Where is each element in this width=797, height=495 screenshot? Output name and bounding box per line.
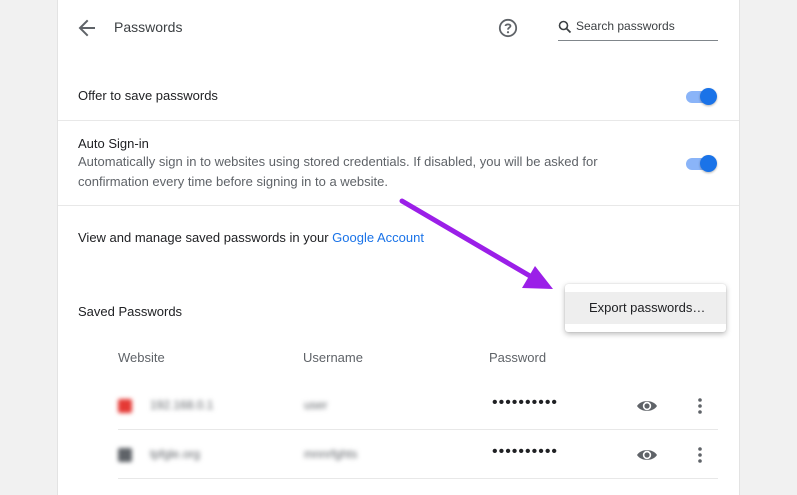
header: Passwords xyxy=(58,0,739,56)
more-actions-icon[interactable] xyxy=(694,395,706,417)
export-passwords-menu-item[interactable]: Export passwords… xyxy=(565,292,726,324)
row-username: mnnrfghts xyxy=(304,447,358,461)
auto-signin-row: Auto Sign-in Automatically sign in to we… xyxy=(58,121,739,205)
column-header-website: Website xyxy=(118,350,165,365)
toggle-knob xyxy=(700,88,717,105)
site-favicon-icon xyxy=(118,448,132,462)
row-username: user xyxy=(304,398,328,412)
show-password-eye-icon[interactable] xyxy=(636,445,658,465)
auto-signin-description: Automatically sign in to websites using … xyxy=(78,154,598,189)
site-favicon-icon xyxy=(118,399,132,413)
arrow-back-icon[interactable] xyxy=(78,16,96,40)
help-circle-icon[interactable] xyxy=(498,18,518,38)
manage-account-row: View and manage saved passwords in your … xyxy=(58,206,739,266)
passwords-settings-card: Passwords Offer to save passwords Auto S… xyxy=(58,0,739,495)
row-divider xyxy=(118,429,718,430)
search-input[interactable] xyxy=(576,17,716,35)
search-icon xyxy=(558,20,572,34)
saved-passwords-menu: Export passwords… xyxy=(565,284,726,332)
row-website: tpfgle.org xyxy=(150,447,201,461)
more-actions-icon[interactable] xyxy=(694,444,706,466)
google-account-link[interactable]: Google Account xyxy=(332,230,424,245)
row-password: •••••••••• xyxy=(492,394,559,411)
column-header-password: Password xyxy=(489,350,547,365)
column-header-username: Username xyxy=(303,350,363,365)
offer-to-save-row: Offer to save passwords xyxy=(58,56,739,120)
export-passwords-label: Export passwords… xyxy=(589,300,706,315)
offer-to-save-label: Offer to save passwords xyxy=(78,88,218,103)
password-row[interactable]: 192.168.0.1 user •••••••••• xyxy=(118,382,718,430)
manage-account-text: View and manage saved passwords in your … xyxy=(78,230,424,245)
search-box[interactable] xyxy=(558,13,718,41)
row-password: •••••••••• xyxy=(492,443,559,460)
auto-signin-toggle[interactable] xyxy=(686,153,719,173)
offer-to-save-toggle[interactable] xyxy=(686,86,719,106)
password-row[interactable]: tpfgle.org mnnrfghts •••••••••• xyxy=(118,431,718,479)
auto-signin-label: Auto Sign-in xyxy=(78,136,149,151)
saved-passwords-title: Saved Passwords xyxy=(78,304,183,319)
show-password-eye-icon[interactable] xyxy=(636,396,658,416)
toggle-knob xyxy=(700,155,717,172)
page-title: Passwords xyxy=(114,19,183,35)
row-divider xyxy=(118,478,718,479)
manage-account-prefix: View and manage saved passwords in your xyxy=(78,230,333,245)
row-website: 192.168.0.1 xyxy=(150,398,214,412)
